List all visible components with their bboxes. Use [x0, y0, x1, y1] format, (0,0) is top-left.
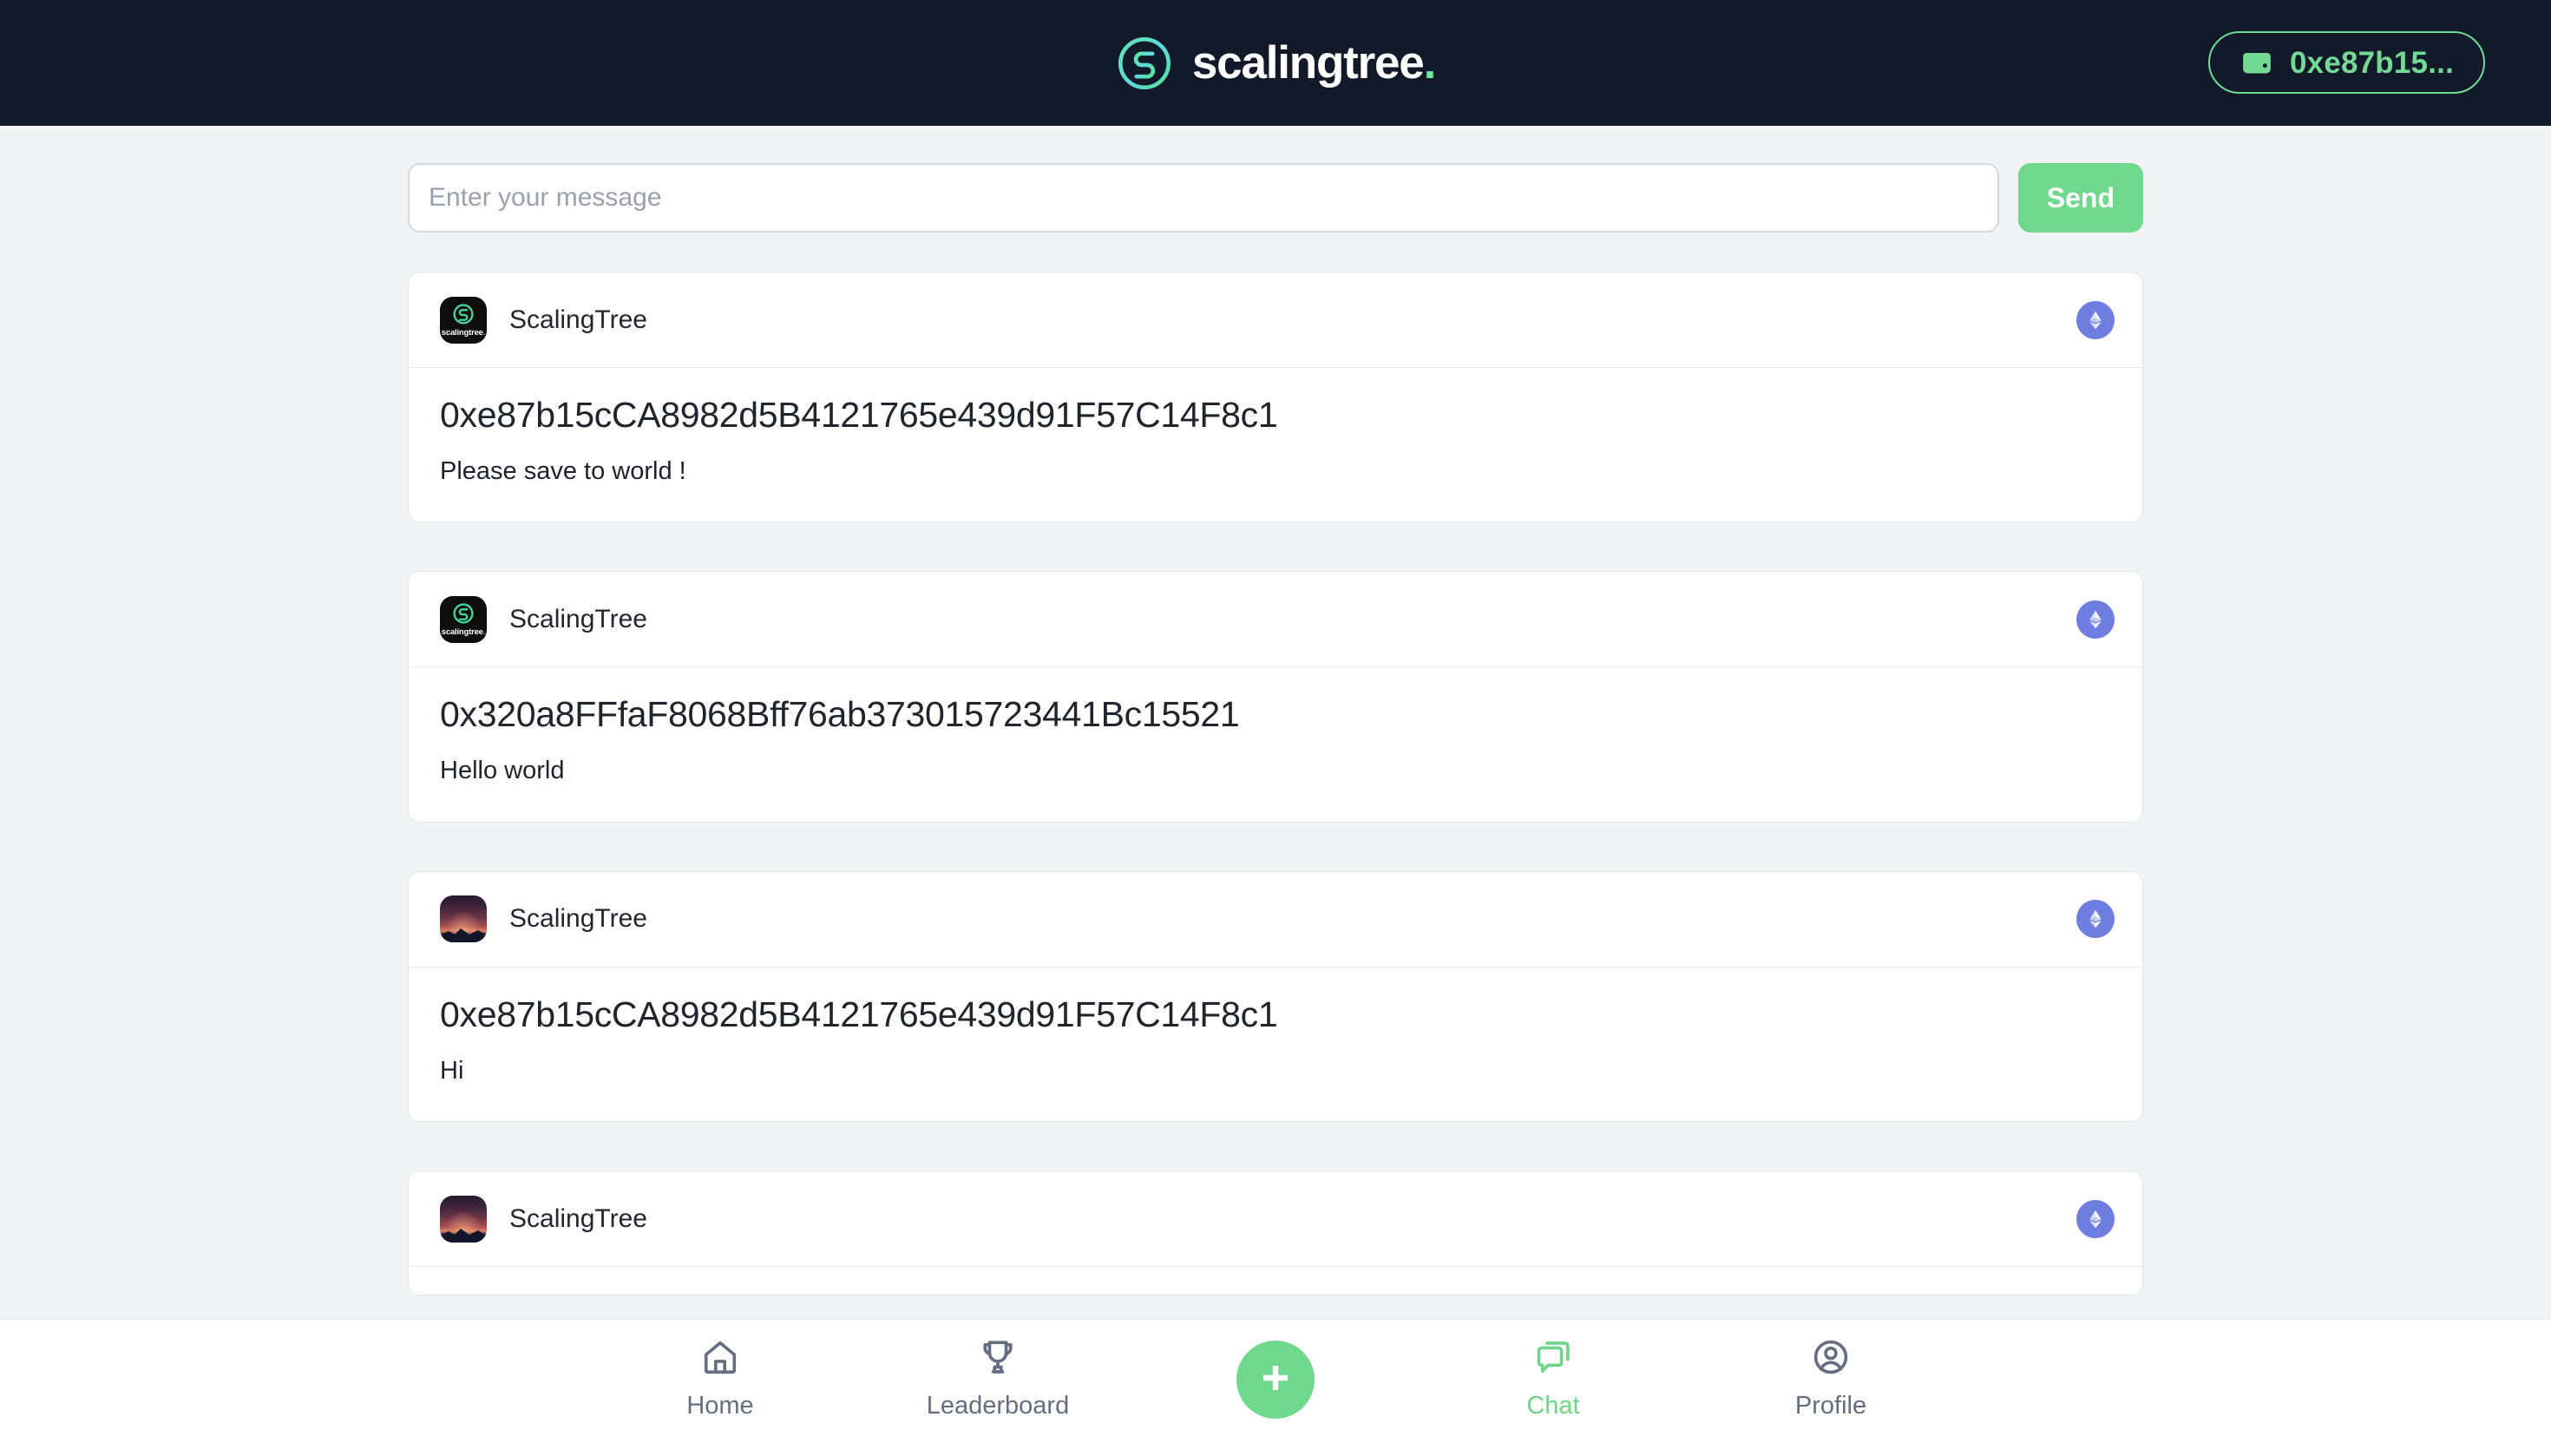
wallet-icon [2240, 45, 2274, 80]
nav-label-chat: Chat [1526, 1392, 1580, 1420]
person-circle-icon [1811, 1337, 1851, 1381]
sunset-landscape-avatar [440, 1195, 487, 1243]
ethereum-icon[interactable] [2076, 900, 2115, 939]
sender-name: ScalingTree [509, 1203, 647, 1233]
add-button[interactable] [1236, 1341, 1315, 1419]
brand: scalingtree. [1116, 35, 1437, 92]
brand-name-text: scalingtree [1191, 37, 1425, 89]
sender-name: ScalingTree [509, 904, 647, 934]
avatar-logo-text: scalingtree. [441, 626, 486, 637]
nav-label-home: Home [686, 1392, 754, 1420]
app-header: scalingtree. 0xe87b15... [0, 0, 2551, 126]
ethereum-icon[interactable] [2076, 300, 2115, 339]
sender-name: ScalingTree [509, 604, 647, 633]
message-input[interactable] [408, 163, 1999, 233]
message-card: ScalingTree [408, 1171, 2143, 1296]
scalingtree-logo-avatar: scalingtree. [440, 296, 487, 344]
message-address: 0xe87b15cCA8982d5B4121765e439d91F57C14F8… [440, 395, 1278, 435]
plus-icon [1255, 1357, 1296, 1403]
nav-item-chat[interactable]: Chat [1440, 1337, 1666, 1419]
send-button[interactable]: Send [2017, 163, 2143, 233]
wallet-address-button[interactable]: 0xe87b15... [2207, 31, 2485, 94]
message-card: scalingtree. ScalingTree 0xe87b15cCA8982… [408, 272, 2143, 523]
nav-item-home[interactable]: Home [607, 1337, 833, 1419]
avatar-logo-text: scalingtree. [441, 327, 486, 338]
message-text: Hello world [440, 757, 565, 785]
ethereum-icon[interactable] [2076, 1199, 2115, 1238]
scalingtree-s-logo-icon [1116, 35, 1173, 92]
sender-name: ScalingTree [509, 305, 647, 334]
message-card-body [409, 1267, 2142, 1295]
message-composer: Send [408, 126, 2143, 233]
message-card-header: scalingtree. ScalingTree [409, 572, 2142, 668]
sunset-landscape-avatar [440, 895, 487, 943]
scalingtree-logo-avatar: scalingtree. [440, 595, 487, 643]
message-card-header: ScalingTree [409, 872, 2142, 967]
message-card-body: 0x320a8FFfaF8068Bff76ab373015723441Bc155… [409, 667, 2142, 821]
nav-item-profile[interactable]: Profile [1718, 1337, 1944, 1419]
message-card-header: scalingtree. ScalingTree [409, 272, 2142, 368]
message-text: Please save to world ! [440, 457, 686, 486]
nav-label-leaderboard: Leaderboard [926, 1392, 1070, 1420]
ethereum-icon[interactable] [2076, 600, 2115, 639]
message-card: ScalingTree 0xe87b15cCA8982d5B4121765e43… [408, 870, 2143, 1123]
nav-item-leaderboard[interactable]: Leaderboard [885, 1337, 1111, 1419]
message-card-body: 0xe87b15cCA8982d5B4121765e439d91F57C14F8… [409, 368, 2142, 521]
message-feed: scalingtree. ScalingTree 0xe87b15cCA8982… [408, 233, 2143, 1296]
message-card-body: 0xe87b15cCA8982d5B4121765e439d91F57C14F8… [409, 967, 2142, 1121]
home-icon [700, 1337, 740, 1381]
message-card-header: ScalingTree [409, 1171, 2142, 1268]
chat-bubbles-icon [1533, 1337, 1573, 1381]
brand-dot: . [1423, 37, 1437, 89]
bottom-navigation: Home Leaderboard Chat Profile [0, 1319, 2551, 1456]
nav-label-profile: Profile [1794, 1392, 1867, 1420]
fab-container [1163, 1337, 1388, 1419]
wallet-address-label: 0xe87b15... [2289, 45, 2454, 80]
message-address: 0x320a8FFfaF8068Bff76ab373015723441Bc155… [440, 694, 1240, 735]
message-card: scalingtree. ScalingTree 0x320a8FFfaF806… [408, 571, 2143, 823]
main-content: Send scalingtree. ScalingTree [0, 126, 2551, 1296]
page-title: scalingtree. [1191, 37, 1437, 89]
message-text: Hi [440, 1056, 464, 1085]
message-address: 0xe87b15cCA8982d5B4121765e439d91F57C14F8… [440, 994, 1278, 1034]
trophy-icon [978, 1337, 1018, 1381]
